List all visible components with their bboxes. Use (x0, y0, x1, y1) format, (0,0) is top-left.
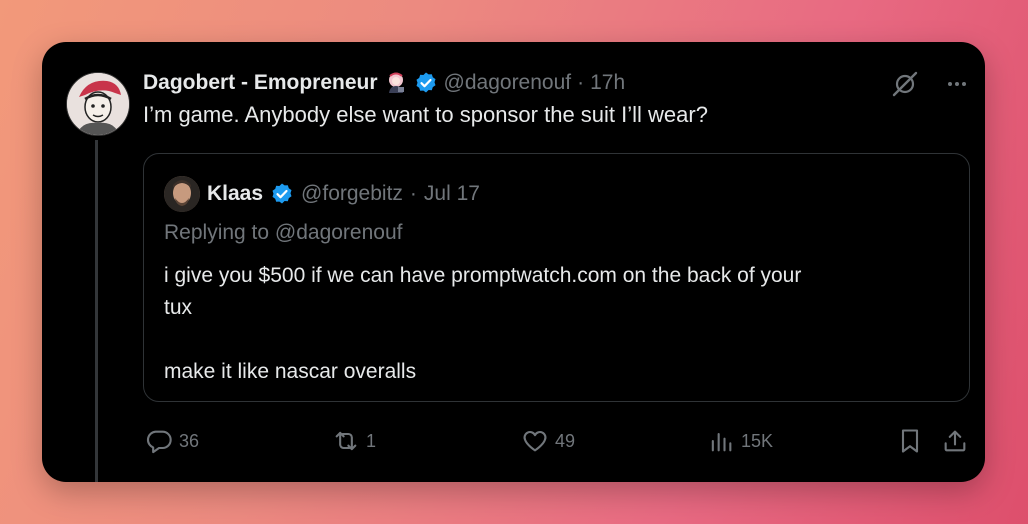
tweet-header: Dagobert - Emopreneur @dagorenouf · 17h (143, 66, 965, 100)
quote-text-line: i give you $500 if we can have promptwat… (164, 264, 802, 287)
replying-to: Replying to @dagorenouf (164, 221, 403, 244)
author-name[interactable]: Dagobert - Emopreneur (143, 71, 378, 95)
verified-badge-icon (270, 182, 294, 206)
quoted-tweet[interactable]: Klaas @forgebitz · Jul 17 Replying to @d… (143, 153, 970, 402)
verified-badge-icon (414, 71, 438, 95)
author-avatar[interactable] (66, 72, 130, 136)
quote-date[interactable]: Jul 17 (424, 182, 480, 206)
reply-icon (145, 427, 173, 455)
repost-icon (332, 427, 360, 455)
views-count: 15K (741, 430, 774, 451)
quote-author-avatar[interactable] (164, 176, 200, 212)
quote-header: Klaas @forgebitz · Jul 17 (164, 176, 480, 212)
action-bar: 36 1 49 15K (143, 426, 973, 456)
quote-text: i give you $500 if we can have promptwat… (164, 260, 929, 388)
more-icon[interactable] (945, 72, 969, 101)
bookmark-icon (896, 427, 924, 455)
thread-line (95, 140, 98, 482)
share-button[interactable] (941, 426, 969, 456)
quote-text-line: make it like nascar overalls (164, 360, 417, 383)
views-button[interactable]: 15K (707, 426, 773, 456)
quote-text-line: tux (164, 296, 193, 319)
tweet-top-actions (891, 70, 969, 103)
repost-button[interactable]: 1 (332, 426, 376, 456)
views-icon (707, 427, 735, 455)
astronaut-emoji-icon (384, 71, 408, 95)
separator-dot: · (409, 182, 417, 205)
tweet-card[interactable]: Dagobert - Emopreneur @dagorenouf · 17h (42, 42, 985, 482)
reply-button[interactable]: 36 (145, 426, 199, 456)
grok-icon[interactable] (891, 70, 919, 103)
separator-dot: · (577, 71, 585, 94)
tweet-time[interactable]: 17h (590, 71, 625, 95)
like-button[interactable]: 49 (521, 426, 575, 456)
tweet-text: I’m game. Anybody else want to sponsor t… (143, 102, 708, 127)
reply-count: 36 (179, 430, 200, 451)
like-count: 49 (555, 430, 576, 451)
bookmark-button[interactable] (896, 426, 924, 456)
quote-author-handle[interactable]: @forgebitz (301, 182, 403, 206)
like-icon (521, 427, 549, 455)
share-icon (941, 427, 969, 455)
quote-author-name[interactable]: Klaas (207, 182, 263, 206)
repost-count: 1 (366, 430, 377, 451)
author-handle[interactable]: @dagorenouf (444, 71, 572, 95)
